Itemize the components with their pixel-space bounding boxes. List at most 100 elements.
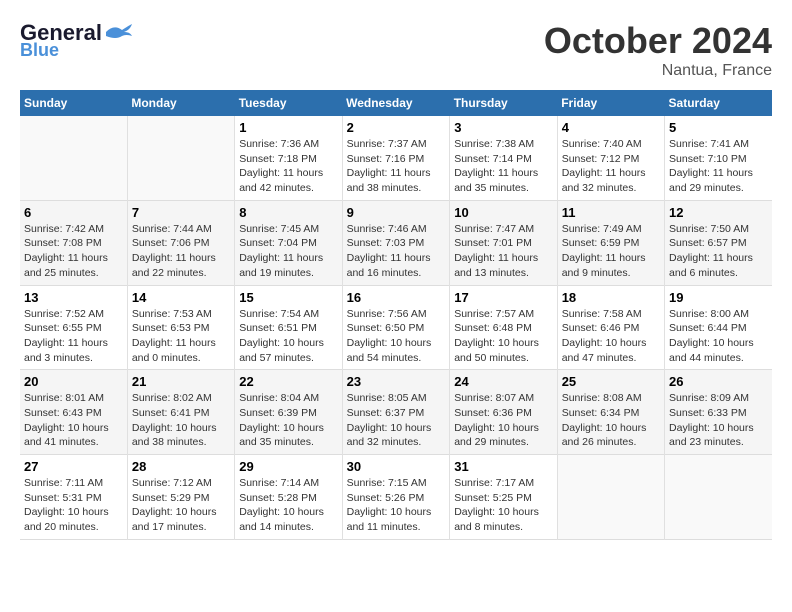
- day-info: Sunrise: 8:08 AM Sunset: 6:34 PM Dayligh…: [562, 391, 660, 450]
- calendar-cell: [127, 116, 234, 200]
- calendar-cell: 19 Sunrise: 8:00 AM Sunset: 6:44 PM Dayli…: [665, 285, 772, 370]
- day-number: 20: [24, 374, 123, 389]
- day-number: 1: [239, 120, 337, 135]
- day-info: Sunrise: 7:11 AM Sunset: 5:31 PM Dayligh…: [24, 476, 123, 535]
- header-monday: Monday: [127, 90, 234, 116]
- day-info: Sunrise: 7:50 AM Sunset: 6:57 PM Dayligh…: [669, 222, 768, 281]
- page-header: General Blue October 2024 Nantua, France: [20, 20, 772, 80]
- day-info: Sunrise: 7:15 AM Sunset: 5:26 PM Dayligh…: [347, 476, 446, 535]
- day-number: 19: [669, 290, 768, 305]
- day-number: 15: [239, 290, 337, 305]
- day-info: Sunrise: 7:12 AM Sunset: 5:29 PM Dayligh…: [132, 476, 230, 535]
- day-number: 24: [454, 374, 552, 389]
- day-number: 14: [132, 290, 230, 305]
- day-info: Sunrise: 7:58 AM Sunset: 6:46 PM Dayligh…: [562, 307, 660, 366]
- day-info: Sunrise: 7:57 AM Sunset: 6:48 PM Dayligh…: [454, 307, 552, 366]
- calendar-cell: 31 Sunrise: 7:17 AM Sunset: 5:25 PM Dayli…: [450, 455, 557, 540]
- day-info: Sunrise: 7:53 AM Sunset: 6:53 PM Dayligh…: [132, 307, 230, 366]
- header-thursday: Thursday: [450, 90, 557, 116]
- header-wednesday: Wednesday: [342, 90, 450, 116]
- calendar-cell: 18 Sunrise: 7:58 AM Sunset: 6:46 PM Dayli…: [557, 285, 664, 370]
- calendar-cell: 30 Sunrise: 7:15 AM Sunset: 5:26 PM Dayli…: [342, 455, 450, 540]
- calendar-cell: 6Sunrise: 7:42 AM Sunset: 7:08 PM Daylig…: [20, 200, 127, 285]
- day-info: Sunrise: 8:01 AM Sunset: 6:43 PM Dayligh…: [24, 391, 123, 450]
- calendar-cell: [557, 455, 664, 540]
- day-number: 23: [347, 374, 446, 389]
- day-info: Sunrise: 7:44 AM Sunset: 7:06 PM Dayligh…: [132, 222, 230, 281]
- calendar-week-row: 1 Sunrise: 7:36 AM Sunset: 7:18 PM Daylig…: [20, 116, 772, 200]
- day-info: Sunrise: 8:00 AM Sunset: 6:44 PM Dayligh…: [669, 307, 768, 366]
- day-number: 29: [239, 459, 337, 474]
- logo-blue: Blue: [20, 40, 59, 61]
- calendar-cell: [20, 116, 127, 200]
- day-info: Sunrise: 7:37 AM Sunset: 7:16 PM Dayligh…: [347, 137, 446, 196]
- day-number: 21: [132, 374, 230, 389]
- calendar-week-row: 27 Sunrise: 7:11 AM Sunset: 5:31 PM Dayli…: [20, 455, 772, 540]
- day-number: 5: [669, 120, 768, 135]
- header-sunday: Sunday: [20, 90, 127, 116]
- calendar-cell: [665, 455, 772, 540]
- logo: General Blue: [20, 20, 134, 61]
- day-info: Sunrise: 8:02 AM Sunset: 6:41 PM Dayligh…: [132, 391, 230, 450]
- calendar-cell: 16 Sunrise: 7:56 AM Sunset: 6:50 PM Dayli…: [342, 285, 450, 370]
- calendar-cell: 4Sunrise: 7:40 AM Sunset: 7:12 PM Daylig…: [557, 116, 664, 200]
- day-number: 22: [239, 374, 337, 389]
- day-info: Sunrise: 7:47 AM Sunset: 7:01 PM Dayligh…: [454, 222, 552, 281]
- day-number: 25: [562, 374, 660, 389]
- calendar-cell: 11 Sunrise: 7:49 AM Sunset: 6:59 PM Dayli…: [557, 200, 664, 285]
- day-info: Sunrise: 7:14 AM Sunset: 5:28 PM Dayligh…: [239, 476, 337, 535]
- day-number: 9: [347, 205, 446, 220]
- calendar-header-row: SundayMondayTuesdayWednesdayThursdayFrid…: [20, 90, 772, 116]
- day-number: 30: [347, 459, 446, 474]
- day-info: Sunrise: 7:17 AM Sunset: 5:25 PM Dayligh…: [454, 476, 552, 535]
- header-friday: Friday: [557, 90, 664, 116]
- day-number: 28: [132, 459, 230, 474]
- location-subtitle: Nantua, France: [544, 62, 772, 80]
- calendar-cell: 21 Sunrise: 8:02 AM Sunset: 6:41 PM Dayli…: [127, 370, 234, 455]
- calendar-cell: 10 Sunrise: 7:47 AM Sunset: 7:01 PM Dayli…: [450, 200, 557, 285]
- day-info: Sunrise: 7:46 AM Sunset: 7:03 PM Dayligh…: [347, 222, 446, 281]
- day-number: 12: [669, 205, 768, 220]
- day-info: Sunrise: 8:07 AM Sunset: 6:36 PM Dayligh…: [454, 391, 552, 450]
- calendar-cell: 20 Sunrise: 8:01 AM Sunset: 6:43 PM Dayli…: [20, 370, 127, 455]
- day-number: 18: [562, 290, 660, 305]
- calendar-table: SundayMondayTuesdayWednesdayThursdayFrid…: [20, 90, 772, 540]
- calendar-cell: 12 Sunrise: 7:50 AM Sunset: 6:57 PM Dayli…: [665, 200, 772, 285]
- calendar-cell: 5 Sunrise: 7:41 AM Sunset: 7:10 PM Daylig…: [665, 116, 772, 200]
- calendar-week-row: 6Sunrise: 7:42 AM Sunset: 7:08 PM Daylig…: [20, 200, 772, 285]
- day-info: Sunrise: 7:49 AM Sunset: 6:59 PM Dayligh…: [562, 222, 660, 281]
- day-info: Sunrise: 7:52 AM Sunset: 6:55 PM Dayligh…: [24, 307, 123, 366]
- day-info: Sunrise: 7:54 AM Sunset: 6:51 PM Dayligh…: [239, 307, 337, 366]
- day-info: Sunrise: 7:56 AM Sunset: 6:50 PM Dayligh…: [347, 307, 446, 366]
- header-tuesday: Tuesday: [235, 90, 342, 116]
- calendar-cell: 23 Sunrise: 8:05 AM Sunset: 6:37 PM Dayli…: [342, 370, 450, 455]
- day-number: 26: [669, 374, 768, 389]
- day-number: 11: [562, 205, 660, 220]
- day-info: Sunrise: 8:09 AM Sunset: 6:33 PM Dayligh…: [669, 391, 768, 450]
- calendar-cell: 26 Sunrise: 8:09 AM Sunset: 6:33 PM Dayli…: [665, 370, 772, 455]
- month-title: October 2024: [544, 20, 772, 62]
- day-info: Sunrise: 8:04 AM Sunset: 6:39 PM Dayligh…: [239, 391, 337, 450]
- calendar-cell: 3Sunrise: 7:38 AM Sunset: 7:14 PM Daylig…: [450, 116, 557, 200]
- day-number: 10: [454, 205, 552, 220]
- day-info: Sunrise: 7:42 AM Sunset: 7:08 PM Dayligh…: [24, 222, 123, 281]
- day-info: Sunrise: 8:05 AM Sunset: 6:37 PM Dayligh…: [347, 391, 446, 450]
- day-info: Sunrise: 7:38 AM Sunset: 7:14 PM Dayligh…: [454, 137, 552, 196]
- day-number: 4: [562, 120, 660, 135]
- calendar-week-row: 13Sunrise: 7:52 AM Sunset: 6:55 PM Dayli…: [20, 285, 772, 370]
- calendar-cell: 7Sunrise: 7:44 AM Sunset: 7:06 PM Daylig…: [127, 200, 234, 285]
- calendar-cell: 25 Sunrise: 8:08 AM Sunset: 6:34 PM Dayli…: [557, 370, 664, 455]
- day-info: Sunrise: 7:41 AM Sunset: 7:10 PM Dayligh…: [669, 137, 768, 196]
- day-number: 27: [24, 459, 123, 474]
- day-number: 31: [454, 459, 552, 474]
- calendar-cell: 28 Sunrise: 7:12 AM Sunset: 5:29 PM Dayli…: [127, 455, 234, 540]
- logo-bird-icon: [104, 22, 134, 44]
- calendar-cell: 13Sunrise: 7:52 AM Sunset: 6:55 PM Dayli…: [20, 285, 127, 370]
- day-info: Sunrise: 7:36 AM Sunset: 7:18 PM Dayligh…: [239, 137, 337, 196]
- day-number: 17: [454, 290, 552, 305]
- day-number: 8: [239, 205, 337, 220]
- calendar-cell: 8Sunrise: 7:45 AM Sunset: 7:04 PM Daylig…: [235, 200, 342, 285]
- day-number: 16: [347, 290, 446, 305]
- calendar-cell: 9 Sunrise: 7:46 AM Sunset: 7:03 PM Daylig…: [342, 200, 450, 285]
- day-number: 2: [347, 120, 446, 135]
